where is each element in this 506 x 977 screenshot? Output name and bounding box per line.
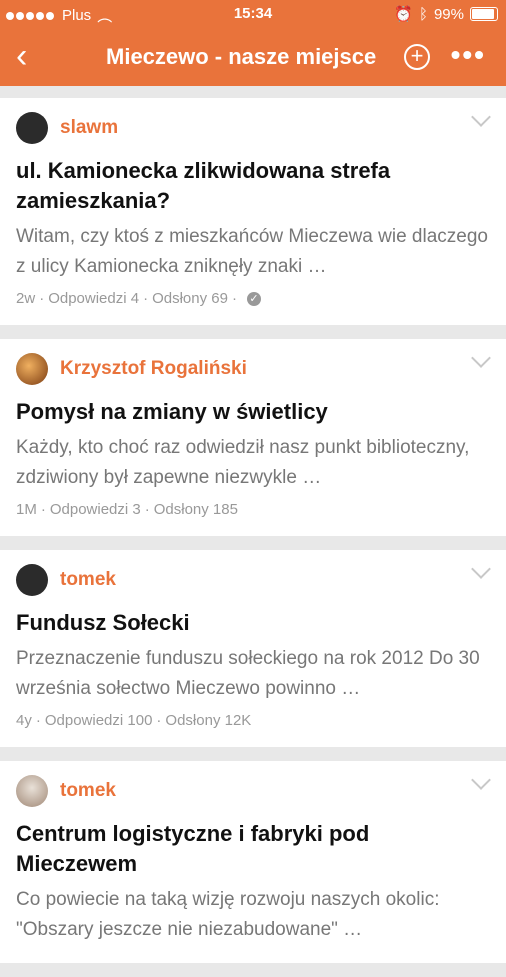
post-author[interactable]: tomek xyxy=(60,780,116,802)
post-excerpt: Każdy, kto choć raz odwiedził nasz punkt… xyxy=(16,437,470,488)
post-age: 4y xyxy=(16,712,32,729)
post-card[interactable]: tomek Fundusz Sołecki Przeznaczenie fund… xyxy=(0,550,506,747)
page-title: Mieczewo - nasze miejsce xyxy=(106,44,377,69)
post-replies: Odpowiedzi 4 xyxy=(48,290,140,307)
post-excerpt: Przeznaczenie funduszu sołeckiego na rok… xyxy=(16,648,480,699)
post-views: Odsłony 185 xyxy=(153,501,238,518)
post-card[interactable]: Krzysztof Rogaliński Pomysł na zmiany w … xyxy=(0,339,506,536)
post-title[interactable]: Pomysł na zmiany w świetlicy xyxy=(16,397,490,427)
post-author[interactable]: Krzysztof Rogaliński xyxy=(60,358,247,380)
avatar xyxy=(16,564,48,596)
more-options-icon[interactable]: ••• xyxy=(451,41,486,69)
post-views: Odsłony 12K xyxy=(165,712,252,729)
post-list: slawm ul. Kamionecka zlikwidowana strefa… xyxy=(0,98,506,977)
post-title[interactable]: Centrum logistyczne i fabryki pod Miecze… xyxy=(16,819,490,879)
post-title[interactable]: ul. Kamionecka zlikwidowana strefa zamie… xyxy=(16,156,490,216)
post-replies: Odpowiedzi 3 xyxy=(49,501,141,518)
battery-icon xyxy=(470,7,498,21)
avatar xyxy=(16,353,48,385)
nav-bar: ‹ Mieczewo - nasze miejsce + ••• xyxy=(0,28,506,86)
back-chevron-icon[interactable]: ‹ xyxy=(16,39,27,73)
post-meta: 1M · Odpowiedzi 3 · Odsłony 185 xyxy=(16,501,238,518)
post-meta: 4y · Odpowiedzi 100 · Odsłony 12K xyxy=(16,712,252,729)
post-replies: Odpowiedzi 100 xyxy=(44,712,153,729)
post-author[interactable]: slawm xyxy=(60,117,118,139)
app-header: Plus ︵ 15:34 ⏰ ᛒ 99% ‹ Mieczewo - nasze … xyxy=(0,0,506,86)
post-card[interactable]: slawm ul. Kamionecka zlikwidowana strefa… xyxy=(0,98,506,325)
status-bar: Plus ︵ 15:34 ⏰ ᛒ 99% xyxy=(0,0,506,28)
post-age: 1M xyxy=(16,501,37,518)
post-views: Odsłony 69 xyxy=(152,290,228,307)
post-meta: 2w · Odpowiedzi 4 · Odsłony 69 · ✓ xyxy=(16,290,490,307)
avatar xyxy=(16,775,48,807)
add-circle-icon[interactable]: + xyxy=(404,44,430,70)
post-excerpt: Witam, czy ktoś z mieszkańców Mieczewa w… xyxy=(16,226,488,277)
avatar xyxy=(16,112,48,144)
post-excerpt: Co powiecie na taką wizję rozwoju naszyc… xyxy=(16,889,440,940)
bluetooth-icon: ᛒ xyxy=(418,5,428,23)
post-card[interactable]: tomek Centrum logistyczne i fabryki pod … xyxy=(0,761,506,963)
alarm-icon: ⏰ xyxy=(394,6,413,23)
checkmark-icon: ✓ xyxy=(246,291,261,306)
post-author[interactable]: tomek xyxy=(60,569,116,591)
post-title[interactable]: Fundusz Sołecki xyxy=(16,608,490,638)
post-age: 2w xyxy=(16,290,36,307)
battery-percent: 99% xyxy=(433,5,464,23)
